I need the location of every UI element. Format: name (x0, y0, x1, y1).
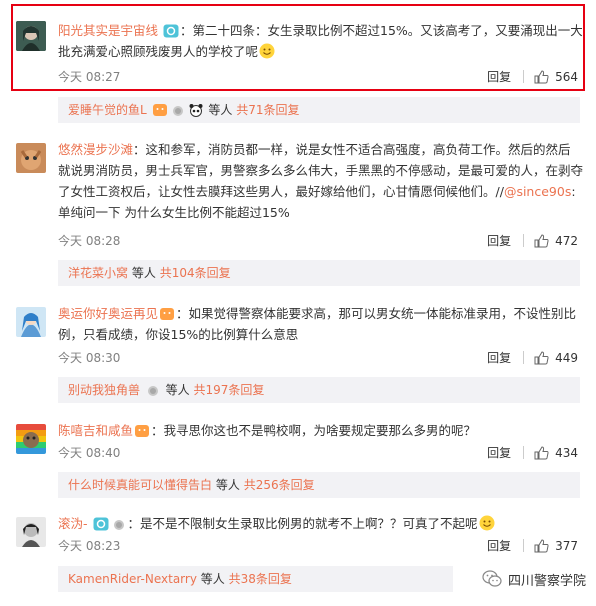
reply-summary[interactable]: 爱睡午觉的鱼L 等人 共71条回复 (58, 97, 580, 123)
comment-text: 悠然漫步沙滩：这和参军，消防员都一样，说是女性不适合高强度，高负荷工作。然后的然… (58, 139, 583, 223)
comment-username[interactable]: 奥运你好奥运再见 (58, 306, 158, 321)
medal-icon (113, 520, 124, 530)
comment-time: 今天 08:30 (58, 351, 121, 365)
comment-time: 今天 08:27 (58, 70, 121, 84)
comment-username[interactable]: 滚沩- (58, 516, 88, 531)
comment-body: ：是不是不限制女生录取比例男的就考不上啊？？可真了不起呢 (127, 516, 478, 531)
like-button[interactable]: 434 (534, 446, 578, 460)
panda-icon (189, 104, 203, 117)
comment-time: 今天 08:40 (58, 446, 121, 460)
reply-username[interactable]: 别动我独角兽 (68, 383, 140, 397)
comment-text: 陈嘻吉和咸鱼 ：我寻思你这也不是鸭校啊，为啥要规定要那么多男的呢？ (58, 420, 583, 441)
like-button[interactable]: 472 (534, 234, 578, 248)
thumbs-up-icon (534, 538, 549, 552)
mention-link[interactable]: @since90s (504, 184, 571, 199)
watermark: 四川警察学院 (482, 569, 586, 589)
comment-text: 奥运你好奥运再见 ：如果觉得警察体能要求高，那可以男女统一体能标准录用，不设性别比… (58, 303, 583, 345)
divider (523, 351, 525, 364)
comment-time: 今天 08:28 (58, 234, 121, 248)
medal-icon (147, 386, 158, 396)
reply-summary[interactable]: KamenRider-Nextarry 等人 共38条回复 (58, 566, 453, 592)
more-replies-link[interactable]: 共256条回复 (244, 478, 315, 492)
watermark-text: 四川警察学院 (507, 573, 586, 589)
emoji-icon (152, 104, 167, 116)
like-count: 434 (555, 445, 578, 460)
comment-username[interactable]: 陈嘻吉和咸鱼 (58, 423, 133, 438)
more-replies-link[interactable]: 共104条回复 (160, 266, 231, 280)
avatar[interactable] (16, 307, 46, 337)
comment-text: 滚沩- ：是不是不限制女生录取比例男的就考不上啊？？可真了不起呢 (58, 513, 583, 534)
more-replies-link[interactable]: 共197条回复 (194, 383, 265, 397)
verified-badge-icon (93, 517, 108, 531)
reply-username[interactable]: 洋花菜小窝 (68, 266, 128, 280)
reply-button[interactable]: 回复 (487, 232, 511, 249)
thumbs-up-icon (534, 233, 549, 247)
wechat-icon (482, 570, 502, 587)
emoji-icon (135, 425, 150, 437)
divider (523, 539, 525, 552)
thumbs-up-icon (534, 445, 549, 459)
reply-suffix: 等人 (165, 383, 190, 397)
more-replies-link[interactable]: 共71条回复 (236, 103, 299, 117)
reply-suffix: 等人 (208, 103, 233, 117)
comment-body: ：我寻思你这也不是鸭校啊，为啥要规定要那么多男的呢？ (151, 423, 477, 438)
divider (523, 446, 525, 459)
reply-username[interactable]: 爱睡午觉的鱼L (68, 103, 147, 117)
avatar[interactable] (16, 517, 46, 547)
like-count: 472 (555, 233, 578, 248)
divider (523, 70, 525, 83)
reply-button[interactable]: 回复 (487, 349, 511, 366)
avatar[interactable] (16, 21, 46, 51)
comment-time: 今天 08:23 (58, 539, 121, 553)
reply-summary[interactable]: 洋花菜小窝 等人 共104条回复 (58, 260, 580, 286)
reply-username[interactable]: KamenRider-Nextarry (68, 572, 197, 586)
reply-suffix: 等人 (200, 572, 225, 586)
verified-badge-icon (163, 24, 179, 38)
like-button[interactable]: 449 (534, 351, 578, 365)
smile-emoji-icon (479, 515, 495, 531)
reply-suffix: 等人 (131, 266, 156, 280)
like-button[interactable]: 564 (534, 70, 578, 84)
reply-button[interactable]: 回复 (487, 444, 511, 461)
like-count: 564 (555, 69, 578, 84)
reply-summary[interactable]: 什么时候真能可以懂得告白 等人 共256条回复 (58, 472, 580, 498)
comment-username[interactable]: 阳光其实是宇宙线 (58, 23, 158, 38)
comment-text: 阳光其实是宇宙线 ：第二十四条：女生录取比例不超过15%。又该高考了，又要涌现出… (58, 20, 583, 62)
thumbs-up-icon (534, 69, 549, 83)
reply-button[interactable]: 回复 (487, 537, 511, 554)
reply-summary[interactable]: 别动我独角兽 等人 共197条回复 (58, 377, 580, 403)
avatar[interactable] (16, 424, 46, 454)
smile-emoji-icon (259, 43, 275, 59)
like-button[interactable]: 377 (534, 539, 578, 553)
avatar[interactable] (16, 143, 46, 173)
divider (523, 234, 525, 247)
emoji-icon (160, 308, 175, 320)
comment-username[interactable]: 悠然漫步沙滩 (58, 142, 133, 157)
more-replies-link[interactable]: 共38条回复 (229, 572, 292, 586)
reply-button[interactable]: 回复 (487, 68, 511, 85)
like-count: 449 (555, 350, 578, 365)
medal-icon (172, 106, 183, 116)
reply-suffix: 等人 (215, 478, 240, 492)
like-count: 377 (555, 538, 578, 553)
thumbs-up-icon (534, 350, 549, 364)
reply-username[interactable]: 什么时候真能可以懂得告白 (68, 478, 212, 492)
